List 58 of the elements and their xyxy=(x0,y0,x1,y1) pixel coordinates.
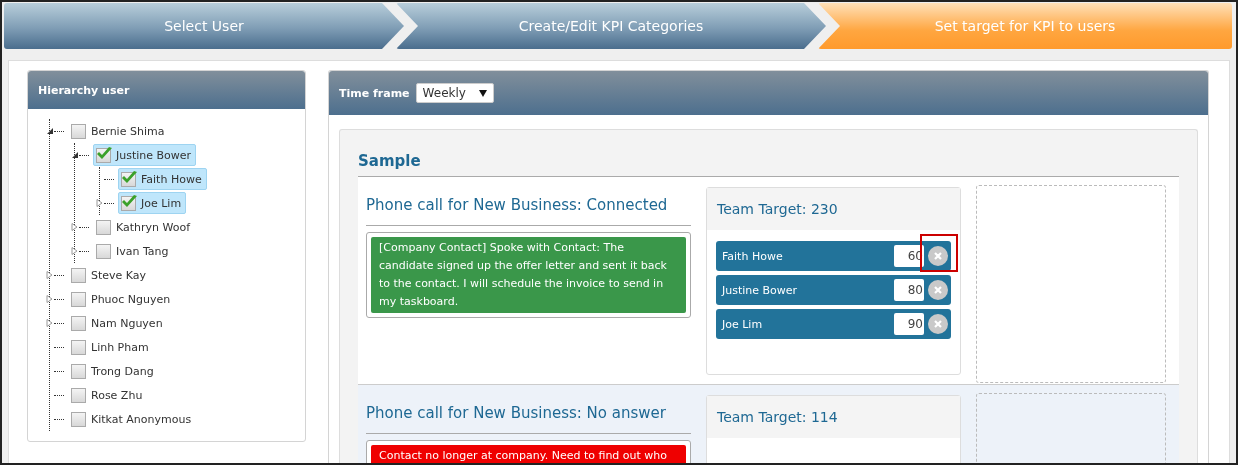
checkbox[interactable] xyxy=(71,267,86,283)
caret-icon xyxy=(478,89,487,97)
collapsed-icon[interactable] xyxy=(46,271,54,279)
message-text: [Company Contact] Spoke with Contact: The candidate signed up the offer letter and sent it back to the contact. I will schedule the invoice to send in my taskboard. xyxy=(371,237,686,313)
collapsed-icon[interactable] xyxy=(96,199,104,207)
kpi-title: Phone call for New Business: Connected xyxy=(366,187,691,226)
checkbox[interactable] xyxy=(96,147,111,163)
checkbox[interactable] xyxy=(71,291,86,307)
expanded-icon[interactable] xyxy=(46,127,54,135)
time-frame-select[interactable]: Weekly xyxy=(415,83,494,103)
member-name: Justine Bower xyxy=(722,283,799,297)
close-icon xyxy=(933,285,943,295)
user-name[interactable]: Rose Zhu xyxy=(91,388,143,402)
checkbox[interactable] xyxy=(96,243,111,259)
selected-node-highlight[interactable]: Faith Howe xyxy=(118,168,207,190)
collapsed-icon[interactable] xyxy=(46,319,54,327)
collapsed-icon[interactable] xyxy=(71,247,79,255)
remove-button[interactable] xyxy=(928,280,948,300)
message-text: Contact no longer at company. Need to find out who xyxy=(371,445,686,463)
checkbox[interactable] xyxy=(71,411,86,427)
checkbox[interactable] xyxy=(71,387,86,403)
user-name[interactable]: Joe Lim xyxy=(141,196,182,210)
selected-node-highlight[interactable]: Justine Bower xyxy=(93,144,197,166)
remove-button[interactable] xyxy=(928,314,948,334)
user-name[interactable]: Kitkat Anonymous xyxy=(91,412,192,426)
checkbox[interactable] xyxy=(71,363,86,379)
user-name[interactable]: Faith Howe xyxy=(141,172,202,186)
kpi-title: Phone call for New Business: No answer xyxy=(366,395,691,434)
expanded-icon[interactable] xyxy=(71,151,79,159)
checkbox[interactable] xyxy=(121,171,136,187)
target-input[interactable]: 80 xyxy=(894,279,924,301)
remove-button[interactable] xyxy=(928,246,948,266)
checkbox[interactable] xyxy=(96,219,111,235)
checkbox[interactable] xyxy=(121,195,136,211)
user-name[interactable]: Kathryn Woof xyxy=(116,220,191,234)
panel-title: Hierarchy user xyxy=(38,83,130,97)
user-name[interactable]: Bernie Shima xyxy=(91,124,165,138)
close-icon xyxy=(933,319,943,329)
user-name[interactable]: Phuoc Nguyen xyxy=(91,292,171,306)
user-name[interactable]: Trong Dang xyxy=(91,364,154,378)
user-name[interactable]: Ivan Tang xyxy=(116,244,169,258)
user-name[interactable]: Linh Pham xyxy=(91,340,149,354)
target-input[interactable]: 90 xyxy=(894,313,924,335)
collapsed-icon[interactable] xyxy=(71,223,79,231)
user-name[interactable]: Justine Bower xyxy=(116,148,192,162)
checkbox[interactable] xyxy=(71,315,86,331)
team-target-header: Team Target: 114 xyxy=(707,396,960,438)
checkbox[interactable] xyxy=(71,339,86,355)
checkbox[interactable] xyxy=(71,123,86,139)
selected-node-highlight[interactable]: Joe Lim xyxy=(118,192,187,214)
collapsed-icon[interactable] xyxy=(46,295,54,303)
time-frame-label: Time frame xyxy=(339,86,410,100)
close-icon xyxy=(933,251,943,261)
member-name: Joe Lim xyxy=(722,317,764,331)
member-name: Faith Howe xyxy=(722,249,784,263)
user-name[interactable]: Steve Kay xyxy=(91,268,147,282)
team-target-header: Team Target: 230 xyxy=(707,188,960,230)
user-name[interactable]: Nam Nguyen xyxy=(91,316,163,330)
